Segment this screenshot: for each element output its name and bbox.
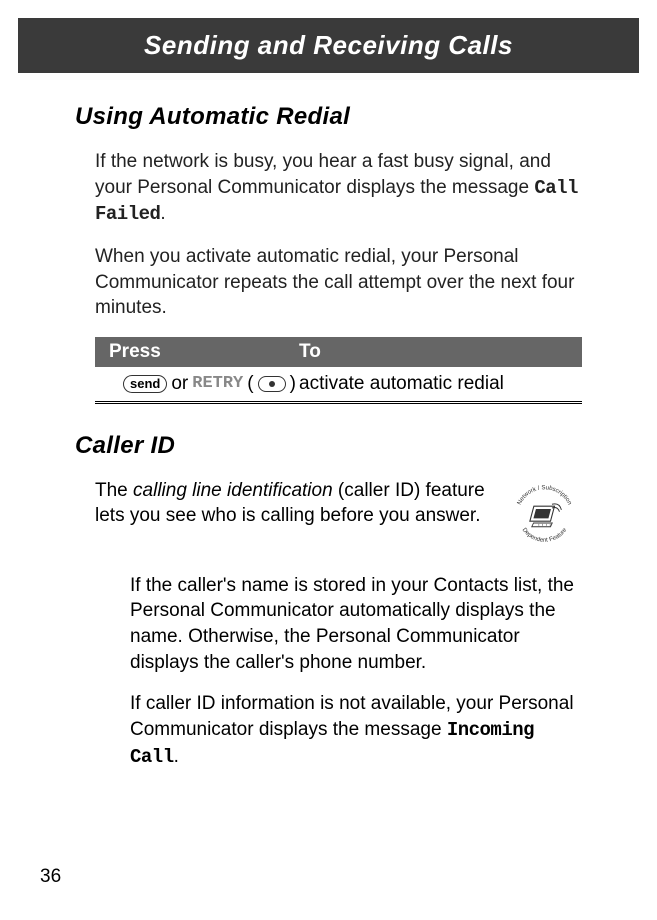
table-header-row: Press To <box>95 337 582 367</box>
paren-close: ) <box>290 373 296 395</box>
page-content: Using Automatic Redial If the network is… <box>0 73 657 770</box>
page-number: 36 <box>40 866 61 888</box>
table-data-row: send or RETRY ( ) activate automatic red… <box>95 367 582 404</box>
italic-term: calling line identification <box>133 480 333 501</box>
press-cell: send or RETRY ( ) <box>123 373 299 395</box>
section-heading-redial: Using Automatic Redial <box>75 103 582 131</box>
text: . <box>160 203 165 224</box>
svg-text:Dependent Feature: Dependent Feature <box>521 526 569 544</box>
retry-label: RETRY <box>192 374 243 393</box>
table-header-to: To <box>299 341 321 363</box>
instruction-table: Press To send or RETRY ( ) activate auto… <box>95 337 582 404</box>
redial-paragraph-1: If the network is busy, you hear a fast … <box>95 149 582 228</box>
text: The <box>95 480 133 501</box>
section-heading-caller-id: Caller ID <box>75 432 582 460</box>
text: . <box>174 746 179 767</box>
text: If the network is busy, you hear a fast … <box>95 151 551 198</box>
svg-text:Network / Subscription: Network / Subscription <box>516 484 573 506</box>
table-header-press: Press <box>109 341 299 363</box>
caller-id-intro-row: The calling line identification (caller … <box>95 478 582 553</box>
action-cell: activate automatic redial <box>299 373 504 395</box>
caller-id-para-2: If the caller's name is stored in your C… <box>130 573 582 676</box>
caller-id-intro-text: The calling line identification (caller … <box>95 478 507 529</box>
caller-id-para-3: If caller ID information is not availabl… <box>130 691 582 770</box>
redial-paragraph-2: When you activate automatic redial, your… <box>95 244 582 321</box>
network-subscription-badge-icon: Network / Subscription Dependent Feature <box>507 478 582 553</box>
dot-button-icon <box>258 376 286 392</box>
or-text: or <box>171 373 188 395</box>
send-button-icon: send <box>123 375 167 393</box>
paren-open: ( <box>247 373 253 395</box>
chapter-header: Sending and Receiving Calls <box>18 18 639 73</box>
